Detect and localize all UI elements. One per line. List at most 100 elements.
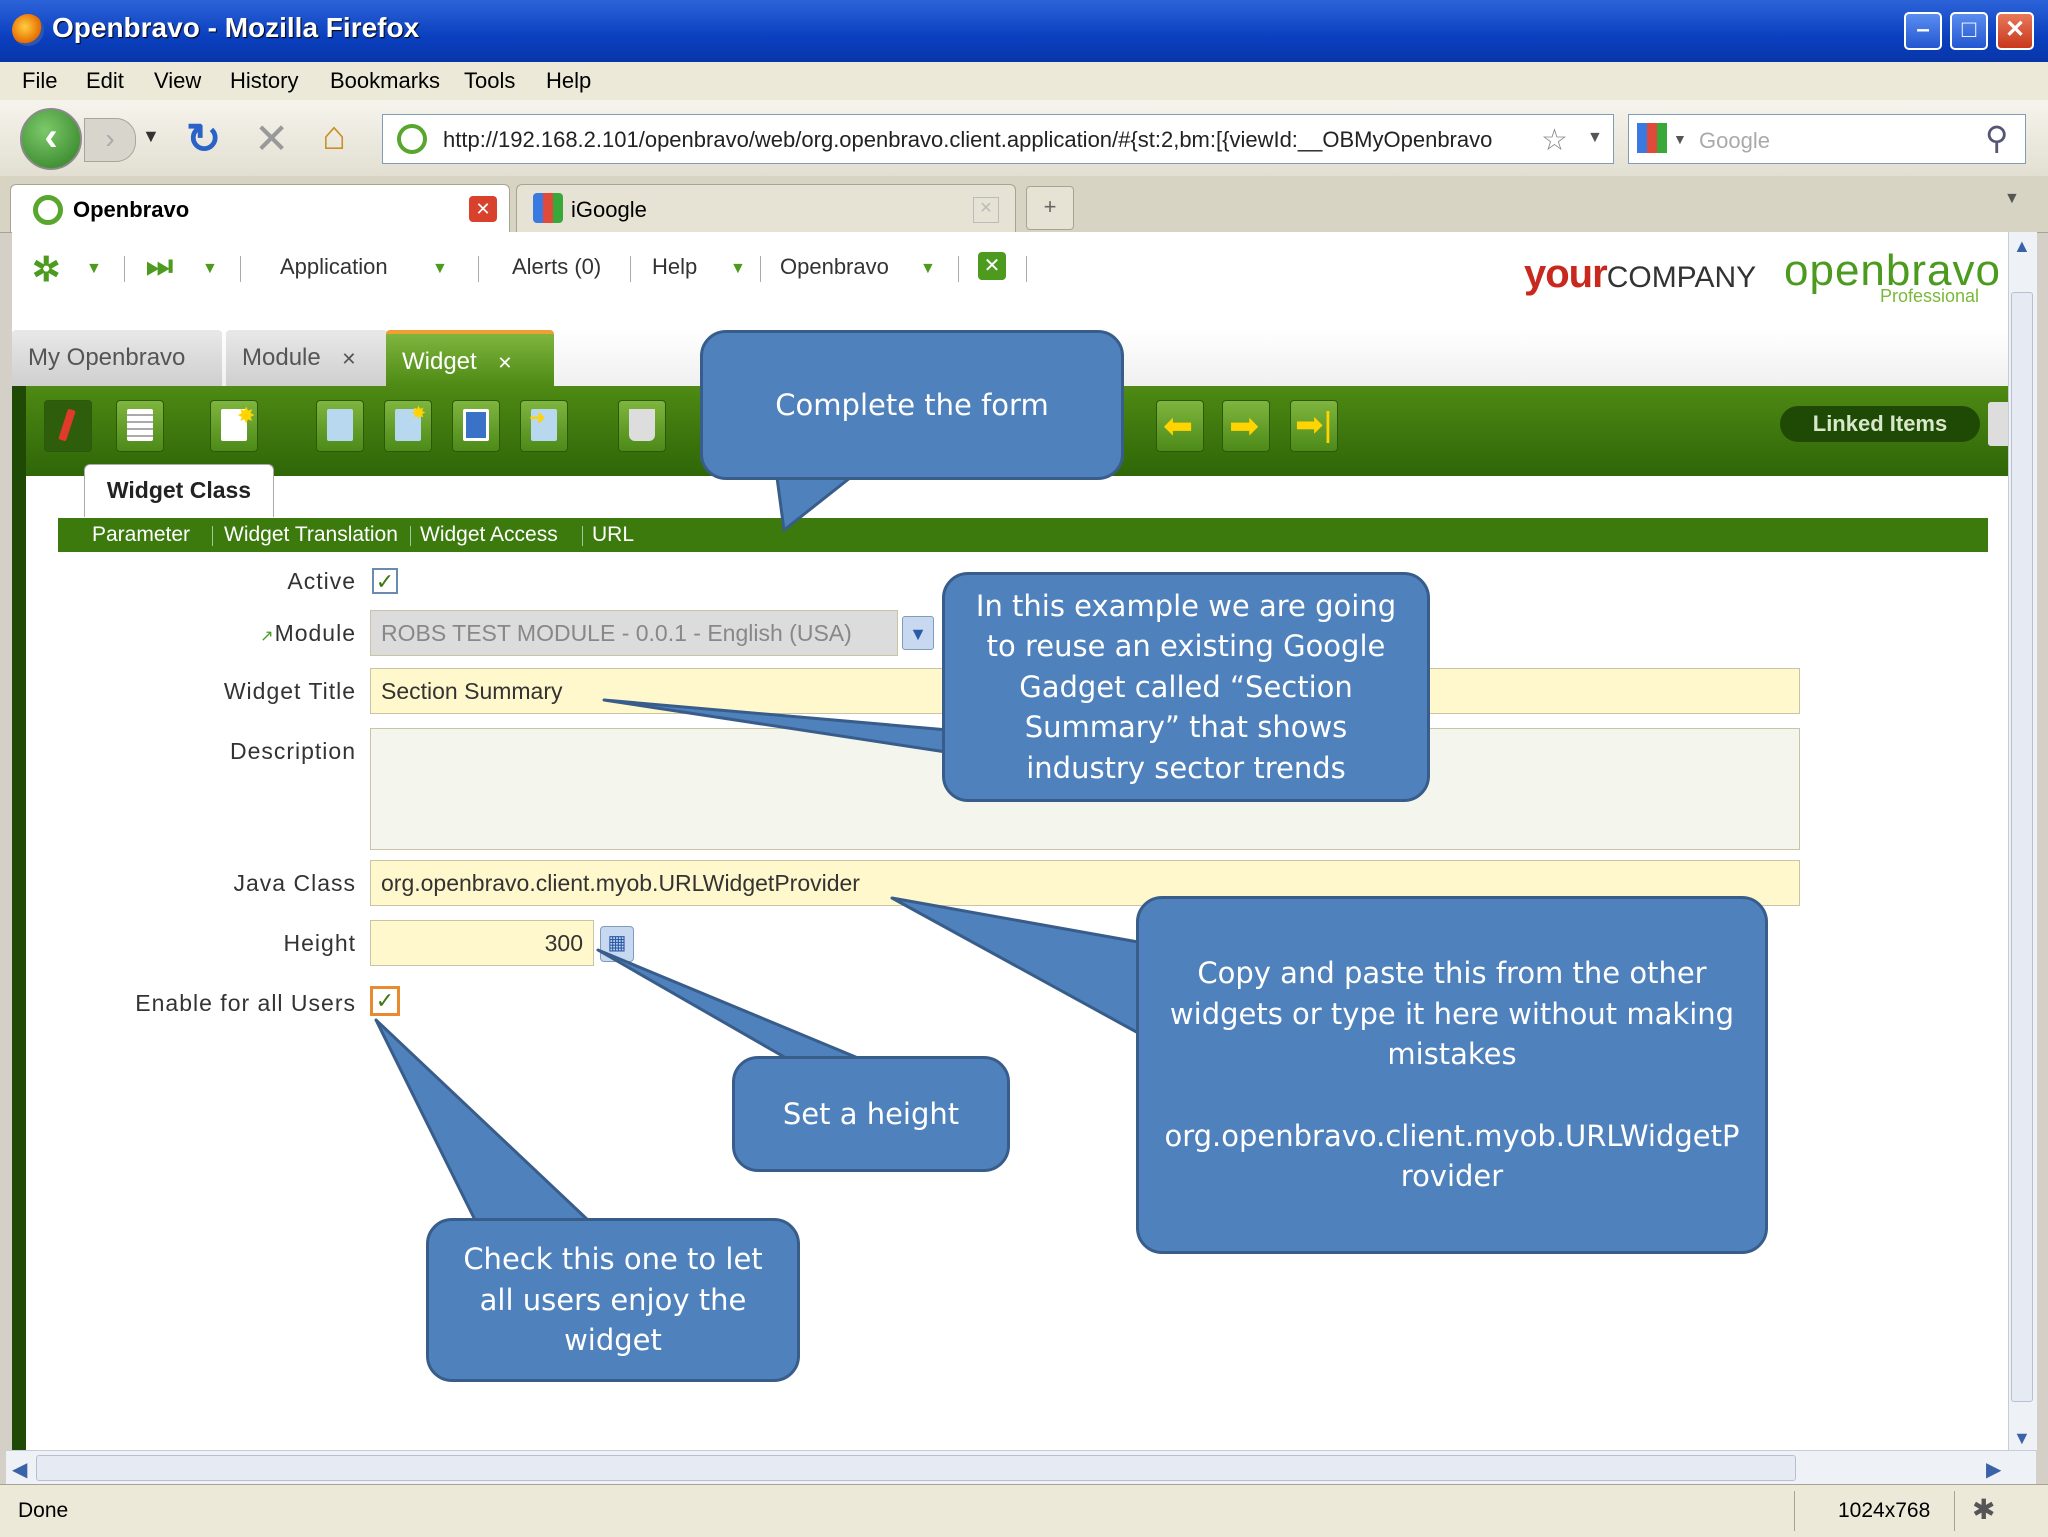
bookmark-star-icon[interactable]: ☆ (1541, 123, 1568, 158)
url-text: http://192.168.2.101/openbravo/web/org.o… (443, 127, 1493, 152)
help-dropdown-icon[interactable]: ▼ (730, 260, 746, 278)
window-titlebar[interactable]: Openbravo - Mozilla Firefox – □ ✕ (0, 0, 2048, 62)
window-tab-module[interactable]: Module ✕ (226, 330, 388, 386)
search-icon[interactable]: ⚲ (1985, 119, 2008, 157)
edit-mode-icon[interactable] (44, 400, 92, 452)
url-bar[interactable]: http://192.168.2.101/openbravo/web/org.o… (382, 114, 1614, 164)
widget-title-label: Widget Title (223, 678, 356, 704)
tab-list-icon[interactable]: ▼ (2004, 190, 2020, 208)
window-tab-my-openbravo[interactable]: My Openbravo (12, 330, 222, 386)
subtab-widget-translation[interactable]: Widget Translation (224, 518, 398, 552)
clone-record-icon[interactable]: ✸ (384, 400, 432, 452)
nav-application[interactable]: Application (280, 254, 388, 280)
close-window-button[interactable]: ✕ (1996, 12, 2034, 50)
close-tab-icon[interactable]: ✕ (497, 353, 512, 373)
horizontal-scroll-thumb[interactable] (36, 1455, 1796, 1481)
history-dropdown-icon[interactable]: ▼ (142, 126, 160, 147)
stop-icon[interactable]: ✕ (254, 114, 289, 163)
enable-all-users-checkbox[interactable]: ✓ (370, 986, 400, 1016)
menu-help[interactable]: Help (546, 68, 591, 94)
grid-view-icon[interactable] (116, 400, 164, 452)
scroll-left-icon[interactable]: ◀ (12, 1457, 27, 1482)
status-text: Done (18, 1499, 69, 1522)
logout-icon[interactable]: ✕ (978, 252, 1006, 280)
active-checkbox[interactable]: ✓ (372, 568, 398, 594)
calculator-icon[interactable]: ▦ (600, 926, 634, 962)
tab-label: iGoogle (571, 197, 647, 222)
copy-record-icon[interactable] (316, 400, 364, 452)
java-class-label: Java Class (233, 870, 356, 896)
forward-icon[interactable]: › (84, 118, 136, 162)
tab-label: Module (242, 344, 321, 371)
horizontal-scrollbar[interactable]: ◀ ▶ (6, 1450, 2036, 1485)
save-new-icon[interactable]: ➜ (520, 400, 568, 452)
nav-help[interactable]: Help (652, 254, 697, 280)
next-record-icon[interactable]: ➡ (1222, 400, 1270, 452)
menu-view[interactable]: View (154, 68, 201, 94)
nav-alerts[interactable]: Alerts (0) (512, 254, 601, 280)
vertical-scrollbar[interactable]: ▲ ▼ (2008, 232, 2037, 1450)
quick-create-icon[interactable]: ✲ (32, 250, 61, 290)
menu-bookmarks[interactable]: Bookmarks (330, 68, 440, 94)
callout-example: In this example we are going to reuse an… (942, 572, 1430, 802)
module-select[interactable]: ROBS TEST MODULE - 0.0.1 - English (USA) (370, 610, 898, 656)
back-icon[interactable]: ‹ (20, 108, 82, 170)
new-record-icon[interactable]: ✸ (210, 400, 258, 452)
menu-bar: File Edit View History Bookmarks Tools H… (0, 62, 2048, 101)
application-dropdown-icon[interactable]: ▼ (432, 260, 448, 278)
section-tab-widget-class[interactable]: Widget Class (84, 464, 274, 517)
last-record-icon[interactable]: ➡| (1290, 400, 1338, 452)
site-favicon-icon (397, 124, 427, 154)
maximize-button[interactable]: □ (1950, 12, 1988, 50)
openbravo-dropdown-icon[interactable]: ▼ (920, 260, 936, 278)
quick-create-dropdown-icon[interactable]: ▼ (86, 260, 102, 278)
browser-tab-openbravo[interactable]: Openbravo ✕ (10, 184, 510, 232)
new-tab-icon[interactable]: + (1026, 186, 1074, 230)
subtab-url[interactable]: URL (592, 518, 634, 552)
search-placeholder: Google (1699, 128, 1770, 153)
window-title: Openbravo - Mozilla Firefox (52, 12, 420, 43)
scroll-up-icon[interactable]: ▲ (2013, 236, 2031, 257)
menu-edit[interactable]: Edit (86, 68, 124, 94)
firebug-icon[interactable]: ✱ (1972, 1493, 1995, 1526)
igoogle-favicon-icon (533, 193, 563, 223)
enable-all-users-label: Enable for all Users (135, 990, 356, 1016)
home-icon[interactable]: ⌂ (322, 114, 346, 159)
height-input[interactable]: 300 (370, 920, 594, 966)
close-tab-icon[interactable]: ✕ (341, 349, 356, 369)
chevron-down-icon[interactable]: ▼ (902, 616, 934, 650)
linked-items-button[interactable]: Linked Items (1780, 406, 1980, 442)
callout-set-height: Set a height (732, 1056, 1010, 1172)
openbravo-edition: Professional (1880, 286, 1980, 306)
search-engine-dropdown-icon[interactable]: ▼ (1673, 131, 1687, 147)
callout-check-this: Check this one to let all users enjoy th… (426, 1218, 800, 1382)
resolution-readout: 1024x768 (1838, 1499, 1931, 1522)
quick-launch-icon[interactable]: ⏭ (146, 250, 173, 284)
url-dropdown-icon[interactable]: ▼ (1587, 129, 1603, 147)
vertical-scroll-thumb[interactable] (2011, 292, 2033, 1402)
status-bar: Done 1024x768 ✱ (0, 1484, 2048, 1537)
openbravo-favicon-icon (33, 195, 63, 225)
save-icon[interactable] (452, 400, 500, 452)
nav-openbravo[interactable]: Openbravo (780, 254, 889, 280)
search-box[interactable]: ▼ Google ⚲ (1628, 114, 2026, 164)
menu-tools[interactable]: Tools (464, 68, 515, 94)
description-label: Description (229, 738, 356, 764)
close-tab-icon[interactable]: ✕ (469, 196, 497, 222)
subtab-parameter[interactable]: Parameter (92, 518, 190, 552)
browser-tab-igoogle[interactable]: iGoogle ✕ (516, 184, 1016, 232)
scroll-down-icon[interactable]: ▼ (2013, 1428, 2031, 1449)
reload-icon[interactable]: ↻ (186, 114, 221, 163)
subtab-widget-access[interactable]: Widget Access (420, 518, 558, 552)
menu-file[interactable]: File (22, 68, 57, 94)
window-tab-widget[interactable]: Widget ✕ (386, 330, 554, 386)
firefox-icon (12, 14, 44, 46)
menu-history[interactable]: History (230, 68, 298, 94)
delete-icon[interactable] (618, 400, 666, 452)
previous-record-icon[interactable]: ⬅ (1156, 400, 1204, 452)
scroll-right-icon[interactable]: ▶ (1986, 1457, 2001, 1482)
height-label: Height (283, 930, 356, 956)
minimize-button[interactable]: – (1904, 12, 1942, 50)
close-tab-icon[interactable]: ✕ (973, 197, 999, 223)
quick-launch-dropdown-icon[interactable]: ▼ (202, 260, 218, 278)
